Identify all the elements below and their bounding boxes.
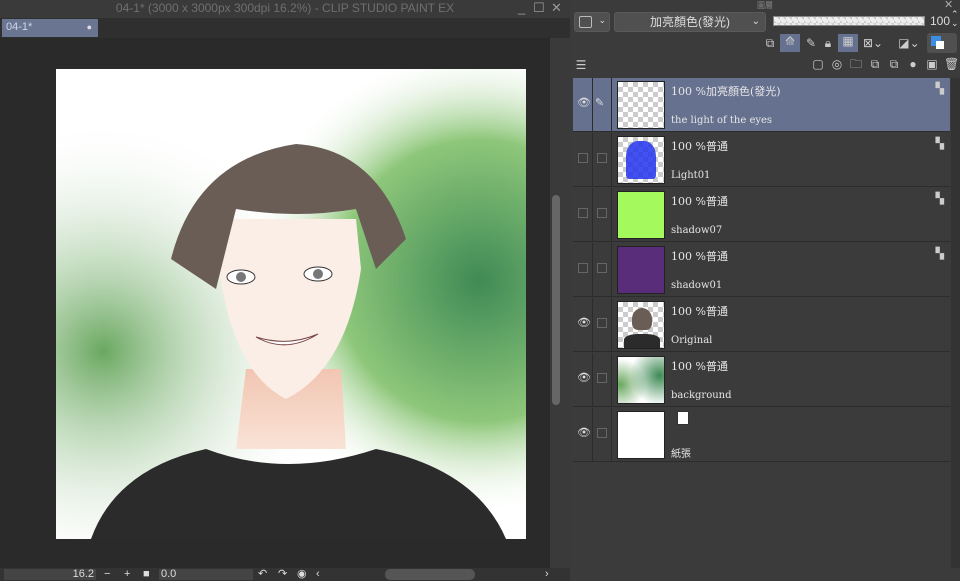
layer-color-button[interactable]: ⌄: [574, 12, 610, 32]
layer-row[interactable]: 👁︎ 100 %普通 background: [573, 353, 950, 407]
layer-row[interactable]: 👁︎ 紙張: [573, 408, 950, 462]
lock-checkbox[interactable]: [597, 208, 607, 218]
canvas-artwork[interactable]: [56, 69, 526, 539]
layer-property-icon: ▚: [935, 138, 944, 150]
status-bar: 16.2 − + ■ 0.0 ↶ ↷ ◉ ‹ ›: [0, 568, 570, 581]
layer-name[interactable]: Original: [671, 335, 712, 346]
layer-panel-menu-icon[interactable]: ☰: [574, 58, 588, 72]
eye-icon[interactable]: 👁︎: [577, 426, 591, 439]
combine-with-layer-below-icon[interactable]: ⧉: [887, 57, 901, 71]
rotate-left-icon[interactable]: ↶: [258, 569, 267, 580]
mask-toggle-icon[interactable]: ⊠⌄: [861, 36, 885, 50]
rotate-right-icon[interactable]: ↷: [278, 569, 287, 580]
layer-name[interactable]: the light of the eyes: [671, 115, 772, 126]
fit-button[interactable]: ■: [143, 569, 150, 580]
layer-row[interactable]: 100 %普通 Light01 ▚: [573, 133, 950, 187]
layer-thumbnail: [617, 301, 665, 349]
layer-mode: 100 %普通: [671, 195, 728, 208]
layer-mode: 100 %普通: [671, 140, 728, 153]
horizontal-scroll-thumb[interactable]: [385, 569, 475, 580]
zoom-in-button[interactable]: +: [124, 569, 130, 580]
document-tab-label: 04-1*: [6, 21, 33, 33]
layer-thumbnail: [617, 356, 665, 404]
document-tab[interactable]: 04-1* ●: [2, 19, 98, 37]
layer-name[interactable]: shadow07: [671, 225, 722, 236]
zoom-out-button[interactable]: −: [104, 569, 110, 580]
layer-row[interactable]: 100 %普通 shadow07 ▚: [573, 188, 950, 242]
visibility-checkbox[interactable]: [578, 153, 588, 163]
layer-mode: 100 %普通: [671, 360, 728, 373]
lock-icon[interactable]: 🔒︎: [821, 36, 835, 50]
visibility-checkbox[interactable]: [578, 208, 588, 218]
layer-thumbnail: [617, 411, 665, 459]
apply-mask-icon[interactable]: ▣: [925, 57, 939, 71]
lock-checkbox[interactable]: [597, 373, 607, 383]
new-folder-icon[interactable]: 🗀: [849, 57, 863, 71]
new-raster-layer-icon[interactable]: ▢: [811, 57, 825, 71]
layer-property-icon: ▚: [935, 83, 944, 95]
layer-row[interactable]: 👁︎ 100 %普通 Original: [573, 298, 950, 352]
visibility-checkbox[interactable]: [578, 263, 588, 273]
zoom-field[interactable]: 16.2: [4, 569, 96, 580]
scroll-right-icon[interactable]: ›: [545, 569, 549, 580]
layer-mode: 100 %普通: [671, 250, 728, 263]
layer-thumbnail: [617, 136, 665, 184]
chevron-down-icon: ⌄: [751, 16, 760, 27]
rotation-field[interactable]: 0.0: [159, 569, 253, 580]
draft-layer-icon[interactable]: ✎: [804, 36, 818, 50]
layer-row[interactable]: 100 %普通 shadow01 ▚: [573, 243, 950, 297]
window-title: 04-1* (3000 x 3000px 300dpi 16.2%) - CLI…: [0, 0, 570, 18]
lock-checkbox[interactable]: [597, 263, 607, 273]
layer-thumbnail: [617, 246, 665, 294]
edit-pen-icon: ✎: [595, 97, 605, 109]
layer-list-scrollbar[interactable]: [951, 78, 960, 568]
close-button[interactable]: ✕: [551, 0, 562, 16]
layer-row[interactable]: 👁︎ ✎ 100 %加亮顏色(發光) the light of the eyes ▚: [573, 78, 950, 132]
eye-icon[interactable]: 👁︎: [577, 316, 591, 329]
transfer-to-lower-layer-icon[interactable]: ⧉: [868, 57, 882, 71]
paper-layer-icon: [677, 411, 689, 425]
lock-transparency-icon[interactable]: ▦: [838, 34, 858, 52]
layer-color-swatch[interactable]: [927, 33, 957, 53]
layer-property-icon: ▚: [935, 248, 944, 260]
scroll-left-icon[interactable]: ‹: [316, 569, 320, 580]
layer-property-icon: ▚: [935, 193, 944, 205]
lock-checkbox[interactable]: [597, 318, 607, 328]
minimize-button[interactable]: _: [518, 0, 525, 15]
layer-name[interactable]: 紙張: [671, 445, 691, 460]
blend-mode-value: 加亮顏色(發光): [650, 15, 730, 29]
vertical-scroll-thumb[interactable]: [552, 195, 560, 405]
opacity-value[interactable]: 100: [930, 14, 950, 28]
layer-mode: 100 %普通: [671, 305, 728, 318]
maximize-button[interactable]: ☐: [533, 0, 545, 16]
illustration: [56, 69, 526, 539]
reference-layer-icon[interactable]: ⟰: [780, 34, 800, 52]
ruler-toggle-icon[interactable]: ◪⌄: [897, 36, 921, 50]
eye-icon[interactable]: 👁︎: [577, 371, 591, 384]
blend-mode-select[interactable]: 加亮顏色(發光) ⌄: [614, 12, 766, 32]
layer-name[interactable]: background: [671, 390, 732, 401]
create-mask-icon[interactable]: ●: [906, 57, 920, 71]
new-vector-layer-icon[interactable]: ◎: [830, 57, 844, 71]
reset-rotation-icon[interactable]: ◉: [297, 569, 307, 580]
clip-to-layer-below-icon[interactable]: ⧉: [763, 36, 777, 50]
opacity-stepper[interactable]: ⌃ ⌄: [951, 10, 959, 28]
lock-checkbox[interactable]: [597, 428, 607, 438]
unsaved-dot-icon: ●: [86, 22, 92, 32]
document-tabbar: 04-1* ●: [0, 18, 570, 38]
layer-thumbnail: [617, 191, 665, 239]
lock-checkbox[interactable]: [597, 153, 607, 163]
layer-name[interactable]: shadow01: [671, 280, 722, 291]
delete-layer-icon[interactable]: 🗑︎: [944, 57, 959, 71]
layer-mode: 100 %加亮顏色(發光): [671, 85, 781, 98]
layer-thumbnail: [617, 81, 665, 129]
eye-icon[interactable]: 👁︎: [577, 96, 591, 109]
opacity-slider[interactable]: [773, 16, 925, 26]
layer-name[interactable]: Light01: [671, 170, 710, 181]
panel-title: 圖層: [757, 1, 773, 10]
